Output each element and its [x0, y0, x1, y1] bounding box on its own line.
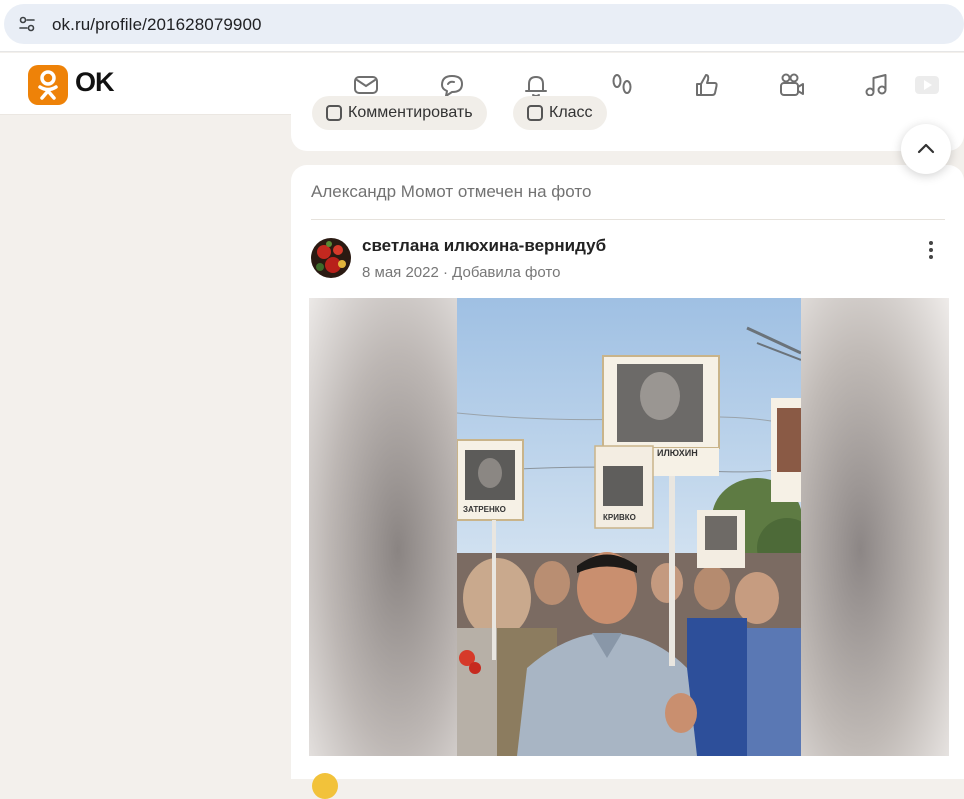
post-meta: 8 мая 2022 · Добавила фото	[362, 264, 561, 281]
left-column	[0, 115, 290, 779]
author-name[interactable]: светлана илюхина-вернидуб	[362, 236, 606, 256]
photo-blur-right	[801, 298, 949, 756]
comment-icon	[326, 105, 342, 121]
more-options-icon[interactable]	[921, 239, 941, 261]
placard-name-mid: КРИВКО	[603, 513, 636, 522]
author-avatar[interactable]	[311, 238, 351, 278]
tune-icon[interactable]	[18, 15, 36, 33]
comment-button[interactable]: Комментировать	[312, 96, 487, 130]
photo-blur-left	[309, 298, 457, 756]
like-icon	[527, 105, 543, 121]
parade-photo: ИЛЮХИН ЗАТРЕНКО КРИВКО	[457, 298, 801, 756]
browser-address-bar: ok.ru/profile/201628079900	[0, 0, 964, 52]
chevron-up-icon	[917, 143, 935, 154]
post-photo[interactable]: ИЛЮХИН ЗАТРЕНКО КРИВКО	[309, 298, 949, 756]
comment-label: Комментировать	[348, 104, 473, 121]
placard-name-main: ИЛЮХИН	[657, 448, 698, 458]
like-label: Класс	[549, 104, 593, 121]
ok-logo-icon[interactable]	[28, 65, 68, 105]
logo-text[interactable]: OK	[75, 67, 114, 98]
url-text: ok.ru/profile/201628079900	[52, 15, 262, 34]
url-field[interactable]: ok.ru/profile/201628079900	[4, 4, 964, 44]
post-card: Александр Момот отмечен на фото светлана…	[291, 165, 964, 779]
previous-post-card: Комментировать Класс	[291, 96, 964, 151]
scroll-to-top-button[interactable]	[901, 124, 951, 174]
placard-name-left: ЗАТРЕНКО	[463, 505, 506, 514]
divider	[311, 219, 945, 220]
next-post-avatar[interactable]	[312, 773, 338, 799]
tagged-notice[interactable]: Александр Момот отмечен на фото	[311, 182, 591, 202]
like-button[interactable]: Класс	[513, 96, 607, 130]
